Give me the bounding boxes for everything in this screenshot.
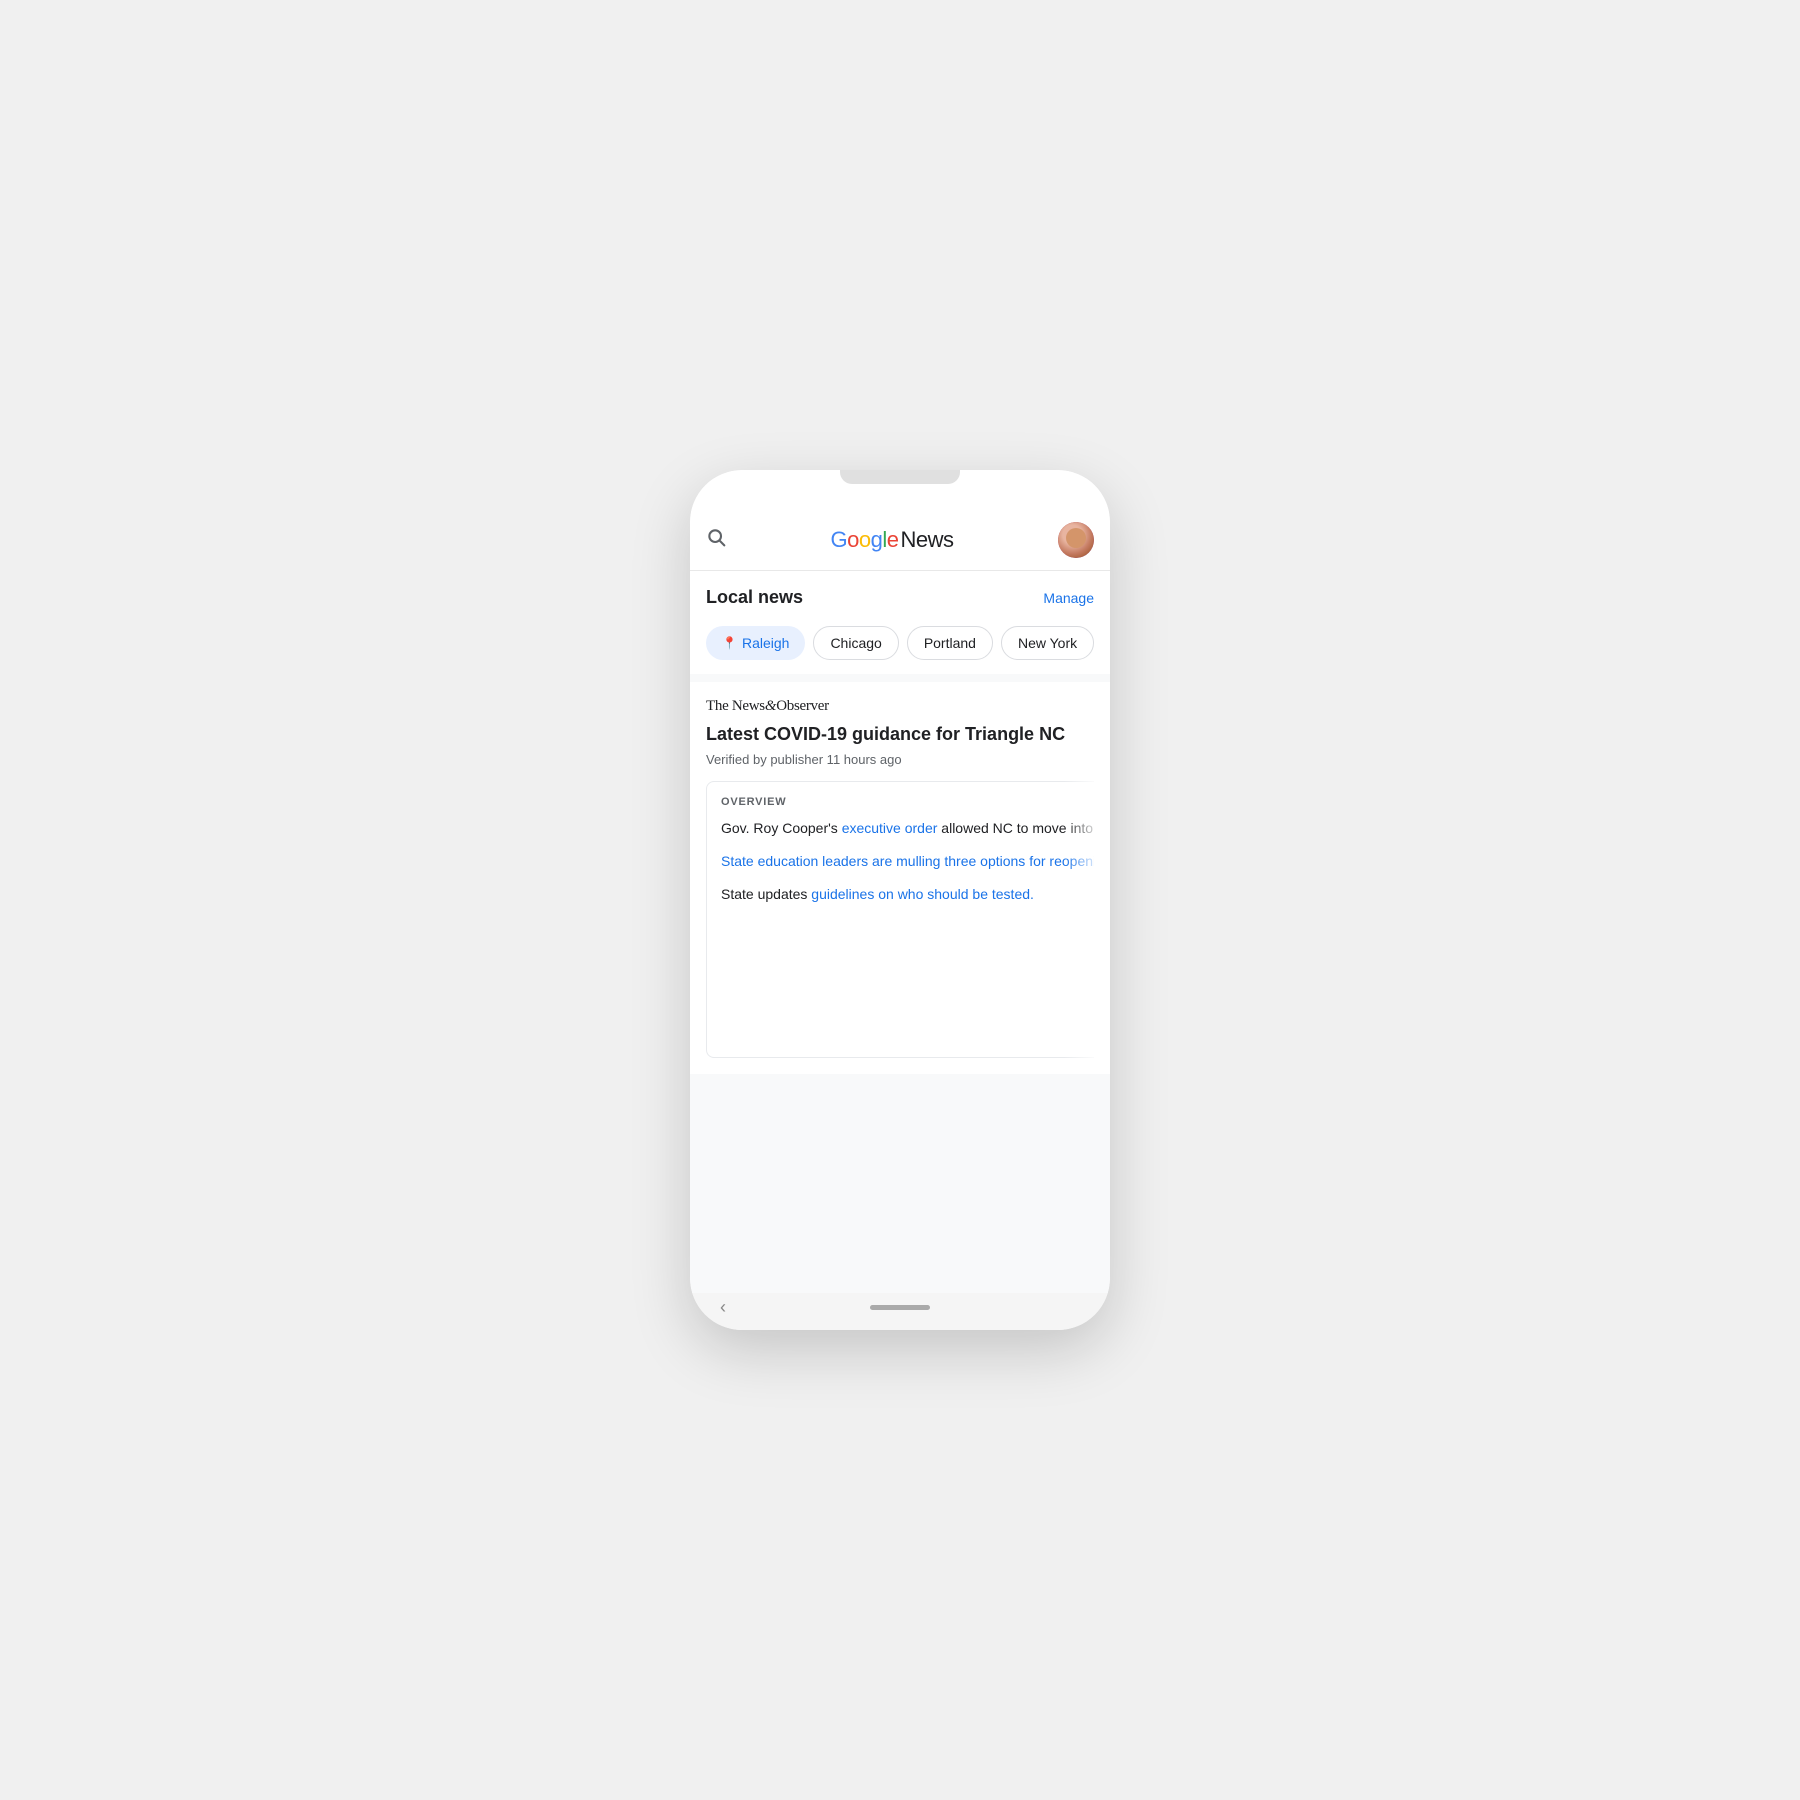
overview-panel: OVERVIEW Gov. Roy Cooper's executive ord… xyxy=(706,781,1094,1058)
article-meta: Verified by publisher 11 hours ago xyxy=(706,752,1094,767)
tab-newyork[interactable]: New York xyxy=(1001,626,1094,660)
logo-o2: o xyxy=(859,527,871,553)
tab-portland[interactable]: Portland xyxy=(907,626,993,660)
tab-raleigh-label: Raleigh xyxy=(742,635,789,651)
section-title: Local news xyxy=(706,587,803,608)
overview-text2: allowed NC to move into a "modest" Phase… xyxy=(937,820,1094,836)
article-card: The News&Observer Latest COVID-19 guidan… xyxy=(690,682,1110,1074)
logo-e: e xyxy=(887,527,899,553)
education-link[interactable]: State education leaders are mulling thre… xyxy=(721,851,1094,872)
back-button[interactable]: ‹ xyxy=(720,1297,726,1318)
logo-news-text: News xyxy=(901,527,954,553)
search-bar: Google News xyxy=(690,470,1110,571)
overview-para3: State updates guidelines on who should b… xyxy=(721,884,1094,905)
executive-order-link[interactable]: executive order xyxy=(842,820,938,836)
home-indicator xyxy=(870,1305,930,1310)
avatar[interactable] xyxy=(1058,522,1094,558)
tab-newyork-label: New York xyxy=(1018,635,1077,651)
manage-button[interactable]: Manage xyxy=(1043,590,1094,606)
logo-g: G xyxy=(830,527,847,553)
tab-chicago-label: Chicago xyxy=(830,635,881,651)
logo-o1: o xyxy=(847,527,859,553)
logo-g2: g xyxy=(871,527,883,553)
bottom-bar: ‹ xyxy=(690,1293,1110,1330)
section-header: Local news Manage xyxy=(690,571,1110,618)
tab-chicago[interactable]: Chicago xyxy=(813,626,898,660)
phone-notch xyxy=(840,470,960,484)
pin-icon: 📍 xyxy=(722,636,737,650)
phone-shell: Google News Local news Manage 📍 Raleigh xyxy=(690,470,1110,1330)
publisher-logo: The News&Observer xyxy=(706,698,1094,715)
tab-portland-label: Portland xyxy=(924,635,976,651)
overview-para1: Gov. Roy Cooper's executive order allowe… xyxy=(721,818,1094,839)
panels-row: OVERVIEW Gov. Roy Cooper's executive ord… xyxy=(706,781,1094,1058)
search-icon[interactable] xyxy=(706,527,726,553)
avatar-image xyxy=(1058,522,1094,558)
overview-text1: Gov. Roy Cooper's xyxy=(721,820,842,836)
google-news-logo: Google News xyxy=(738,527,1046,553)
phone-screen: Google News Local news Manage 📍 Raleigh xyxy=(690,470,1110,1330)
content-area: Local news Manage 📍 Raleigh Chicago Port… xyxy=(690,571,1110,1293)
tab-raleigh[interactable]: 📍 Raleigh xyxy=(706,626,805,660)
overview-text3: State updates xyxy=(721,886,811,902)
guidelines-link[interactable]: guidelines on who should be tested. xyxy=(811,886,1034,902)
location-tabs: 📍 Raleigh Chicago Portland New York xyxy=(690,618,1110,674)
overview-label: OVERVIEW xyxy=(721,796,1094,808)
panels-container: OVERVIEW Gov. Roy Cooper's executive ord… xyxy=(706,781,1094,1058)
article-title[interactable]: Latest COVID-19 guidance for Triangle NC xyxy=(706,723,1094,746)
